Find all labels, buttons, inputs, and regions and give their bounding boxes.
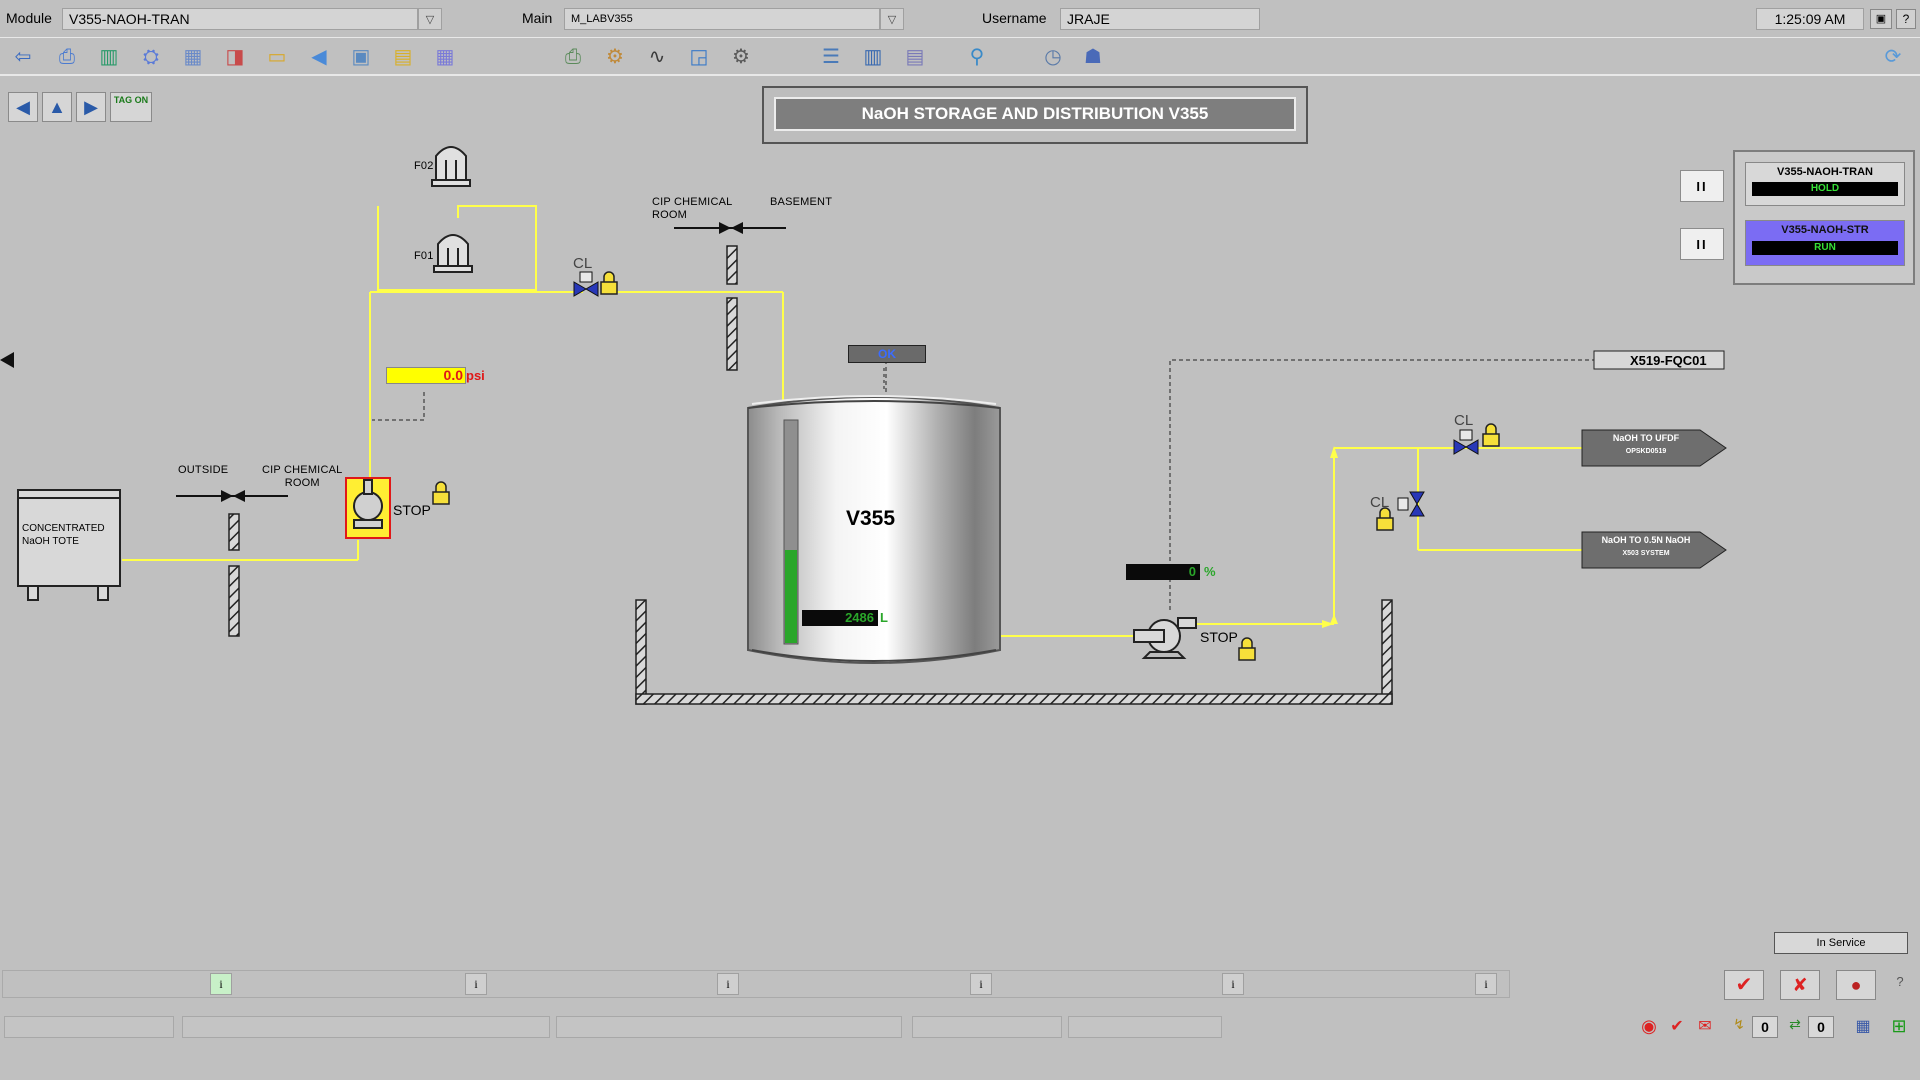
filter-f02-label: F02 [414,160,434,172]
dest1-label[interactable]: NaOH TO UFDF OPSKD0519 [1590,432,1702,458]
footer-help-icon[interactable]: ? [1890,974,1910,996]
dest2-line1: NaOH TO 0.5N NaOH [1601,535,1691,545]
info-button-5[interactable]: i [1222,973,1244,995]
pressure-unit: psi [466,368,485,383]
info-button-1[interactable]: i [210,973,232,995]
status-slot-4 [912,1016,1062,1038]
valve1-icon [573,271,599,297]
acknowledge-icon[interactable]: ✔ [1724,970,1764,1000]
unit2-name: V355-NAOH-STR [1781,224,1869,236]
valve1-label: CL [573,255,593,272]
filter-f01-label: F01 [414,250,434,262]
cip-room-label-2: CIP CHEMICAL ROOM [262,464,343,489]
pause-button-1[interactable]: II [1680,170,1724,202]
unit1-name: V355-NAOH-TRAN [1777,166,1873,178]
unit-status-panel: V355-NAOH-TRAN HOLD V355-NAOH-STR RUN [1733,150,1915,285]
unit1-card[interactable]: V355-NAOH-TRAN HOLD [1745,162,1905,206]
unit2-state: RUN [1752,241,1898,255]
unit2-card[interactable]: V355-NAOH-STR RUN [1745,220,1905,266]
valve3-label: CL [1370,494,1390,511]
alarm-list-icon[interactable]: ✉ [1694,1016,1716,1038]
system-grid-icon[interactable]: ⊞ [1886,1016,1912,1038]
basement-label: BASEMENT [770,196,833,208]
info-button-4[interactable]: i [970,973,992,995]
pump2-status: STOP [1200,629,1238,645]
dest1-line1: NaOH TO UFDF [1612,433,1680,443]
dest2-line2: X503 SYSTEM [1622,550,1670,557]
event-icon[interactable]: ↯ [1728,1016,1750,1038]
alarm-summary-icon[interactable]: ◉ [1638,1016,1660,1038]
pump2-icon [1133,617,1197,659]
pressure-readout[interactable]: 0.0 [386,367,466,384]
status-slot-1 [4,1016,174,1038]
pump1-status: STOP [393,502,431,518]
tank-level-unit: L [880,610,888,625]
alarm-horn-icon[interactable]: ● [1836,970,1876,1000]
cip-room-label-1: CIP CHEMICAL ROOM [652,196,733,221]
tank-name: V355 [846,507,896,530]
alarm-ack-icon[interactable]: ✔ [1666,1016,1688,1038]
info-button-2[interactable]: i [465,973,487,995]
info-button-3[interactable]: i [717,973,739,995]
outside-label: OUTSIDE [178,464,229,476]
silence-icon[interactable]: ✘ [1780,970,1820,1000]
dest2-label[interactable]: NaOH TO 0.5N NaOH X503 SYSTEM [1590,534,1702,560]
status-slot-2 [182,1016,550,1038]
flow-percent-readout[interactable]: 0 [1126,564,1200,580]
event-counter: 0 [1752,1016,1778,1038]
tank-level-bar [785,550,797,643]
status-slot-3 [556,1016,902,1038]
message-counter: 0 [1808,1016,1834,1038]
filter-f02-icon [431,146,471,187]
filter-f01-icon [433,234,473,273]
info-button-6[interactable]: i [1475,973,1497,995]
network-status-icon[interactable]: ▦ [1848,1016,1878,1038]
pause-button-2[interactable]: II [1680,228,1724,260]
unit1-state: HOLD [1752,182,1898,196]
tank-status-badge: OK [848,345,926,363]
dest1-line2: OPSKD0519 [1625,448,1667,455]
message-icon[interactable]: ⇄ [1784,1016,1806,1038]
valve2-icon [1453,429,1479,455]
tote-label: CONCENTRATED NaOH TOTE [22,523,105,547]
valve2-label: CL [1454,412,1474,429]
in-service-badge: In Service [1774,932,1908,954]
status-slot-5 [1068,1016,1222,1038]
flow-percent-unit: % [1204,564,1216,579]
valve3-icon [1397,491,1425,517]
tank-level-readout[interactable]: 2486 [802,610,878,626]
fqc-tag-label[interactable]: X519-FQC01 [1630,353,1707,368]
